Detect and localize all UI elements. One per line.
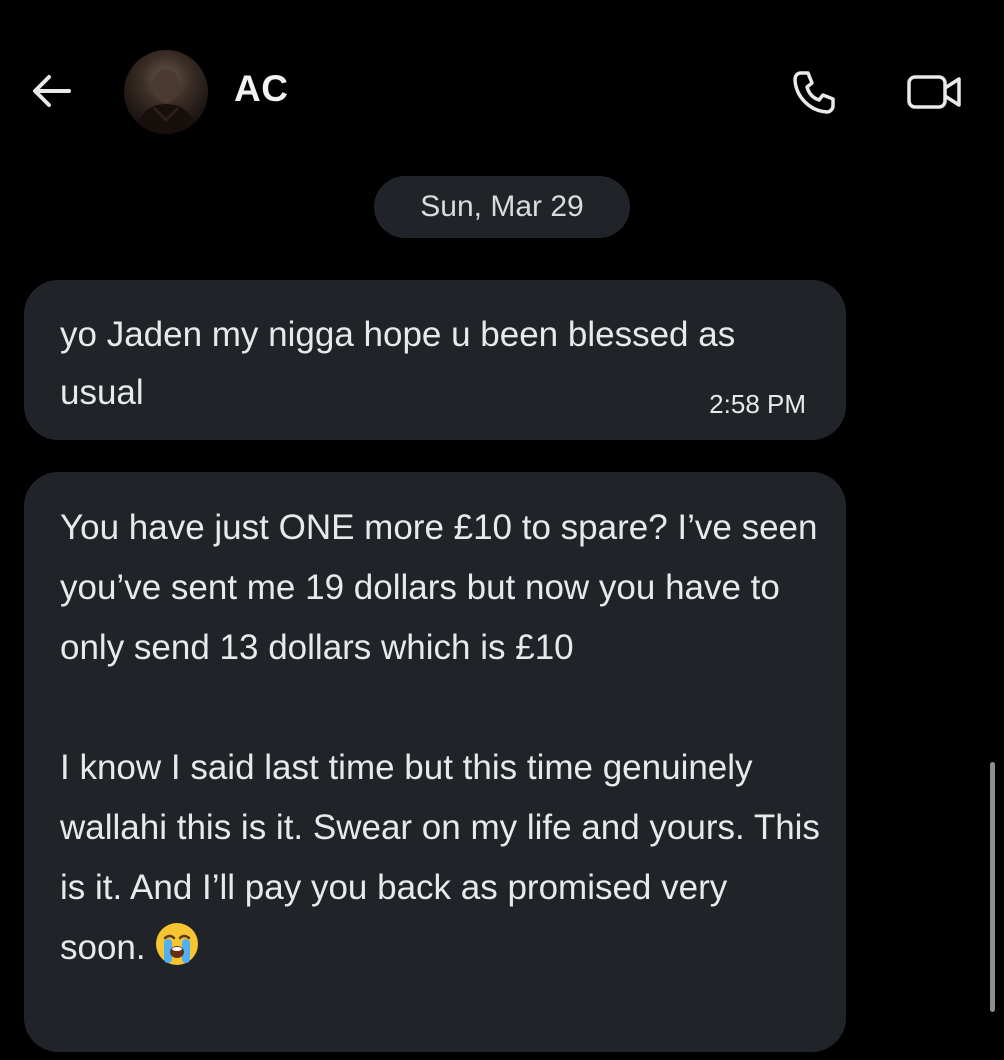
loudly-crying-face-icon <box>155 923 198 965</box>
date-separator: Sun, Mar 29 <box>374 176 630 238</box>
conversation-header: AC <box>0 0 1004 170</box>
message-paragraph: You have just ONE more £10 to spare? I’v… <box>60 508 818 667</box>
message-paragraph-with-emoji: I know I said last time but this time ge… <box>60 738 820 978</box>
voice-call-button[interactable] <box>786 64 842 120</box>
message-text: yo Jaden my nigga hope u been blessed as… <box>60 315 736 412</box>
message-timestamp: 2:58 PM <box>709 389 806 419</box>
avatar-photo <box>134 69 198 134</box>
video-camera-icon <box>907 75 961 109</box>
contact-name[interactable]: AC <box>234 68 288 110</box>
phone-icon <box>793 71 835 114</box>
message-bubble[interactable]: You have just ONE more £10 to spare? I’v… <box>24 472 846 1052</box>
message-bubble[interactable]: yo Jaden my nigga hope u been blessed as… <box>24 280 846 440</box>
video-call-button[interactable] <box>902 64 968 120</box>
arrow-left-icon <box>33 75 71 107</box>
avatar[interactable] <box>124 50 208 134</box>
scrollbar[interactable] <box>990 762 995 1012</box>
back-button[interactable] <box>26 66 76 116</box>
